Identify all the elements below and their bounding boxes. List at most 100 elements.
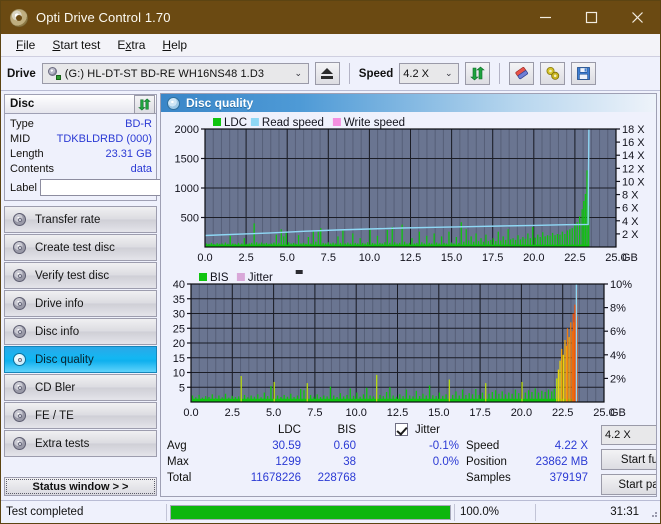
svg-text:12.5: 12.5 <box>400 252 421 264</box>
left-panel: Disc Type BD-R MID TDKBLDRBD (000) Lengt… <box>1 92 241 499</box>
sidebar-item-label: Create test disc <box>35 241 115 254</box>
menu-bar: File Start test Extra Help <box>1 34 660 57</box>
settings-button[interactable] <box>540 62 566 85</box>
window-title: Opti Drive Control 1.70 <box>36 10 171 25</box>
stats-row-total-label: Total <box>167 472 192 484</box>
disc-row-type-value: BD-R <box>125 117 152 130</box>
menu-extra[interactable]: Extra <box>110 36 152 54</box>
maximize-button[interactable] <box>568 1 614 34</box>
svg-text:12.5: 12.5 <box>387 407 408 419</box>
panel-header: Disc quality <box>161 94 656 112</box>
disc-row-type-key: Type <box>10 117 34 130</box>
disc-quality-ldc-chart[interactable]: LDC Read speed Write speed 500 1000 1500 2000 2… <box>161 112 656 267</box>
minimize-button[interactable] <box>522 1 568 34</box>
refresh-icon <box>470 66 486 81</box>
chart-bottom-wrap: BIS Jitter 5 10 15 20 25 30 35 40 2% 4% 6% 8% 10% 0.0 2.… <box>161 267 656 422</box>
svg-text:22.5: 22.5 <box>564 252 585 264</box>
jitter-checkbox[interactable] <box>395 423 408 436</box>
svg-text:6 X: 6 X <box>622 203 639 215</box>
svg-text:5.0: 5.0 <box>280 252 295 264</box>
save-button[interactable] <box>571 62 597 85</box>
sidebar-item-drive-info[interactable]: Drive info <box>4 290 157 317</box>
disc-icon <box>12 212 27 227</box>
drive-icon <box>45 67 61 165</box>
svg-text:6%: 6% <box>610 326 626 338</box>
start-part-button[interactable]: Start part <box>601 474 656 495</box>
status-divider-1 <box>166 503 167 521</box>
svg-text:35: 35 <box>173 294 185 306</box>
svg-text:GB: GB <box>610 407 626 419</box>
drive-select[interactable]: (G:) HL-DT-ST BD-RE WH16NS48 1.D3 ⌄ <box>41 63 309 165</box>
close-button[interactable] <box>614 1 660 34</box>
sidebar-item-label: Extra tests <box>35 437 90 450</box>
stats-header-bis: BIS <box>337 424 356 436</box>
disc-icon <box>12 408 27 423</box>
svg-text:4%: 4% <box>610 350 626 362</box>
svg-text:10 X: 10 X <box>622 176 645 188</box>
svg-text:12 X: 12 X <box>622 163 645 175</box>
right-panel: Disc quality LDC Read speed Write speed 500… <box>160 93 657 497</box>
window-controls <box>522 1 660 34</box>
status-message: Test completed <box>6 506 84 518</box>
sidebar-item-label: Drive info <box>35 297 84 310</box>
nav-list: Transfer rate Create test disc Verify te… <box>4 206 157 457</box>
svg-text:BIS: BIS <box>210 272 229 284</box>
sidebar-item-label: FE / TE <box>35 409 74 422</box>
sidebar-item-cd-bler[interactable]: CD Bler <box>4 374 157 401</box>
status-bar: Test completed 100.0% 31:31 <box>1 500 660 523</box>
sidebar-item-create-test-disc[interactable]: Create test disc <box>4 234 157 261</box>
svg-text:15.0: 15.0 <box>441 252 462 264</box>
chevron-down-icon: ⌄ <box>294 68 303 78</box>
test-speed-select[interactable]: 4.2 X ⌄ <box>601 425 656 445</box>
erase-button[interactable] <box>509 62 535 85</box>
sidebar-item-disc-info[interactable]: Disc info <box>4 318 157 345</box>
menu-start-test[interactable]: Start test <box>45 36 107 54</box>
svg-text:15: 15 <box>173 353 185 365</box>
svg-text:14 X: 14 X <box>622 150 645 162</box>
progress-bar <box>170 504 451 520</box>
disc-refresh-button[interactable] <box>134 94 155 114</box>
menu-help[interactable]: Help <box>155 36 194 54</box>
disc-row-contents-value: data <box>130 162 152 175</box>
svg-text:8%: 8% <box>610 303 626 315</box>
disc-icon <box>12 380 27 395</box>
svg-text:5.0: 5.0 <box>266 407 281 419</box>
page-title: Disc quality <box>186 96 254 110</box>
svg-text:20.0: 20.0 <box>511 407 532 419</box>
svg-text:Write speed: Write speed <box>344 117 405 129</box>
disc-quality-bis-chart[interactable]: BIS Jitter 5 10 15 20 25 30 35 40 2% 4% 6% 8% 10% 0.0 2.… <box>161 267 656 422</box>
sidebar-item-disc-quality[interactable]: Disc quality <box>4 346 157 373</box>
speed-label: Speed <box>358 67 394 80</box>
stats-row-max-label: Max <box>167 456 189 468</box>
refresh-icon <box>138 98 151 110</box>
svg-text:4 X: 4 X <box>622 216 639 228</box>
sidebar-item-extra-tests[interactable]: Extra tests <box>4 430 157 457</box>
status-window-button[interactable]: Status window > > <box>4 477 157 496</box>
speed-select[interactable]: 4.2 X ⌄ <box>399 63 460 84</box>
disc-row-length: Length 23.31 GB <box>10 146 152 161</box>
disc-label-row: Label <box>10 178 241 197</box>
sidebar-item-transfer-rate[interactable]: Transfer rate <box>4 206 157 233</box>
test-speed-select-value: 4.2 X <box>605 429 631 441</box>
menu-file[interactable]: File <box>9 36 42 54</box>
disc-row-contents-key: Contents <box>10 162 55 175</box>
sidebar-item-verify-test-disc[interactable]: Verify test disc <box>4 262 157 289</box>
eject-button[interactable] <box>314 62 340 85</box>
floppy-save-icon <box>577 67 591 80</box>
svg-text:1000: 1000 <box>175 183 199 195</box>
start-full-button[interactable]: Start full <box>601 449 656 470</box>
refresh-button[interactable] <box>465 62 491 85</box>
toolbar-divider-1 <box>348 63 350 84</box>
svg-text:Jitter: Jitter <box>248 272 273 284</box>
position-value: 23862 MB <box>535 456 588 468</box>
sidebar-item-fe-te[interactable]: FE / TE <box>4 402 157 429</box>
stats-header-ldc: LDC <box>277 424 301 436</box>
elapsed-time: 31:31 <box>610 506 639 518</box>
resize-grip-icon[interactable] <box>644 505 658 519</box>
svg-text:0.0: 0.0 <box>197 252 212 264</box>
sidebar-item-label: Disc info <box>35 325 80 338</box>
sidebar-item-label: Disc quality <box>35 353 94 366</box>
svg-text:18 X: 18 X <box>622 124 645 136</box>
stats-row-max-ldc: 1299 <box>275 456 301 468</box>
svg-text:1500: 1500 <box>175 154 199 166</box>
